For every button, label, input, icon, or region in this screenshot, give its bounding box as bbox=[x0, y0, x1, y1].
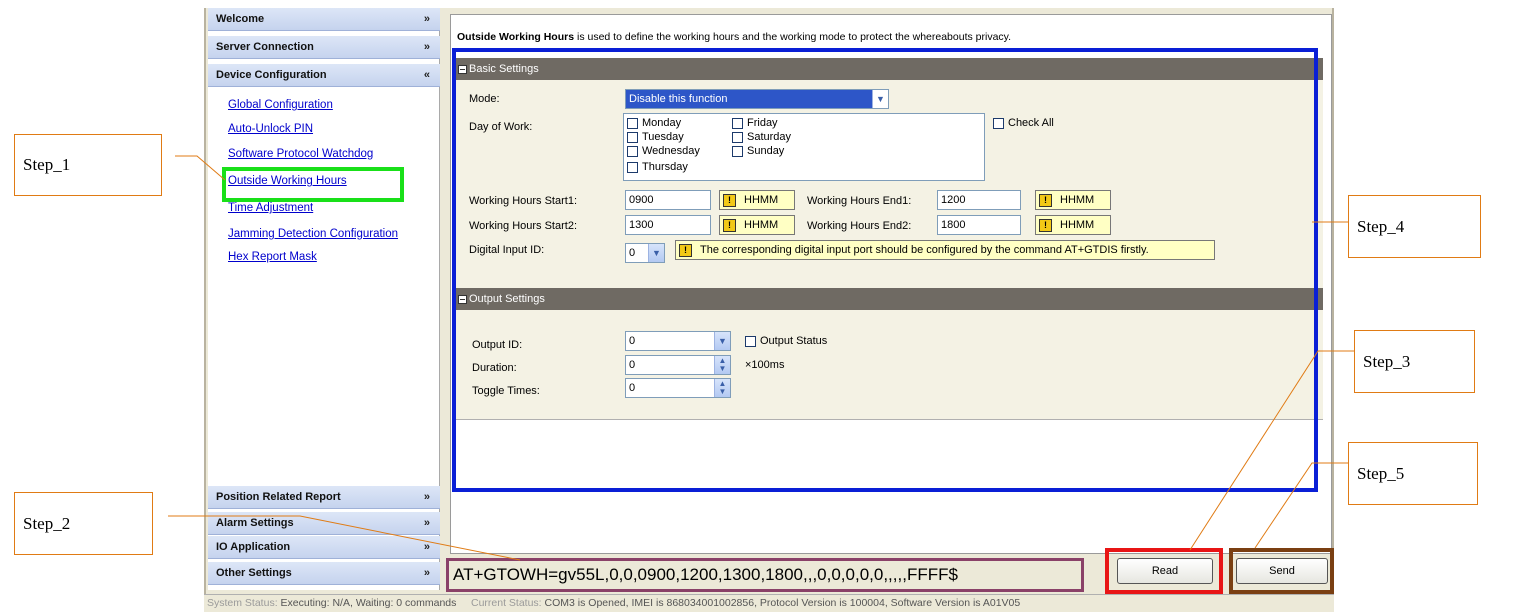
sidebar-link-hex-report-mask[interactable]: Hex Report Mask bbox=[228, 251, 317, 263]
step3-highlight-frame bbox=[1105, 548, 1223, 594]
sidebar-header-welcome[interactable]: Welcome » bbox=[208, 8, 440, 31]
sidebar-header-position-related-report[interactable]: Position Related Report » bbox=[208, 486, 440, 509]
chevron-double-down-icon: » bbox=[423, 517, 430, 529]
chevron-double-down-icon: » bbox=[423, 567, 430, 579]
step5-annotation: Step_5 bbox=[1348, 442, 1478, 505]
step1-annotation: Step_1 bbox=[14, 134, 162, 196]
chevron-double-up-icon: « bbox=[423, 69, 430, 81]
step5-highlight-frame bbox=[1229, 548, 1334, 594]
step3-annotation: Step_3 bbox=[1354, 330, 1475, 393]
chevron-double-down-icon: » bbox=[423, 13, 430, 25]
step1-highlight-frame bbox=[222, 167, 404, 202]
chevron-double-down-icon: » bbox=[423, 491, 430, 503]
sidebar-header-other-settings[interactable]: Other Settings » bbox=[208, 562, 440, 585]
sidebar-link-global-configuration[interactable]: Global Configuration bbox=[228, 99, 333, 111]
sidebar-link-jamming-detection[interactable]: Jamming Detection Configuration bbox=[228, 228, 398, 240]
sidebar-header-alarm-settings[interactable]: Alarm Settings » bbox=[208, 512, 440, 535]
chevron-double-down-icon: » bbox=[423, 541, 430, 553]
command-text-field[interactable]: AT+GTOWH=gv55L,0,0,0900,1200,1300,1800,,… bbox=[446, 558, 1084, 592]
sidebar-header-device-configuration[interactable]: Device Configuration « bbox=[208, 64, 440, 87]
intro-text: Outside Working Hours is used to define … bbox=[457, 31, 1012, 43]
sidebar: Welcome » Server Connection » Device Con… bbox=[208, 8, 440, 590]
step2-annotation: Step_2 bbox=[14, 492, 153, 555]
sidebar-link-auto-unlock-pin[interactable]: Auto-Unlock PIN bbox=[228, 123, 313, 135]
sidebar-header-io-application[interactable]: IO Application » bbox=[208, 536, 440, 559]
step4-highlight-frame bbox=[452, 48, 1318, 492]
sidebar-link-time-adjustment[interactable]: Time Adjustment bbox=[228, 202, 313, 214]
chevron-double-down-icon: » bbox=[423, 41, 430, 53]
step4-annotation: Step_4 bbox=[1348, 195, 1481, 258]
status-bar: System Status: Executing: N/A, Waiting: … bbox=[204, 594, 1334, 612]
sidebar-link-software-protocol-watchdog[interactable]: Software Protocol Watchdog bbox=[228, 148, 373, 160]
sidebar-header-server-connection[interactable]: Server Connection » bbox=[208, 36, 440, 59]
